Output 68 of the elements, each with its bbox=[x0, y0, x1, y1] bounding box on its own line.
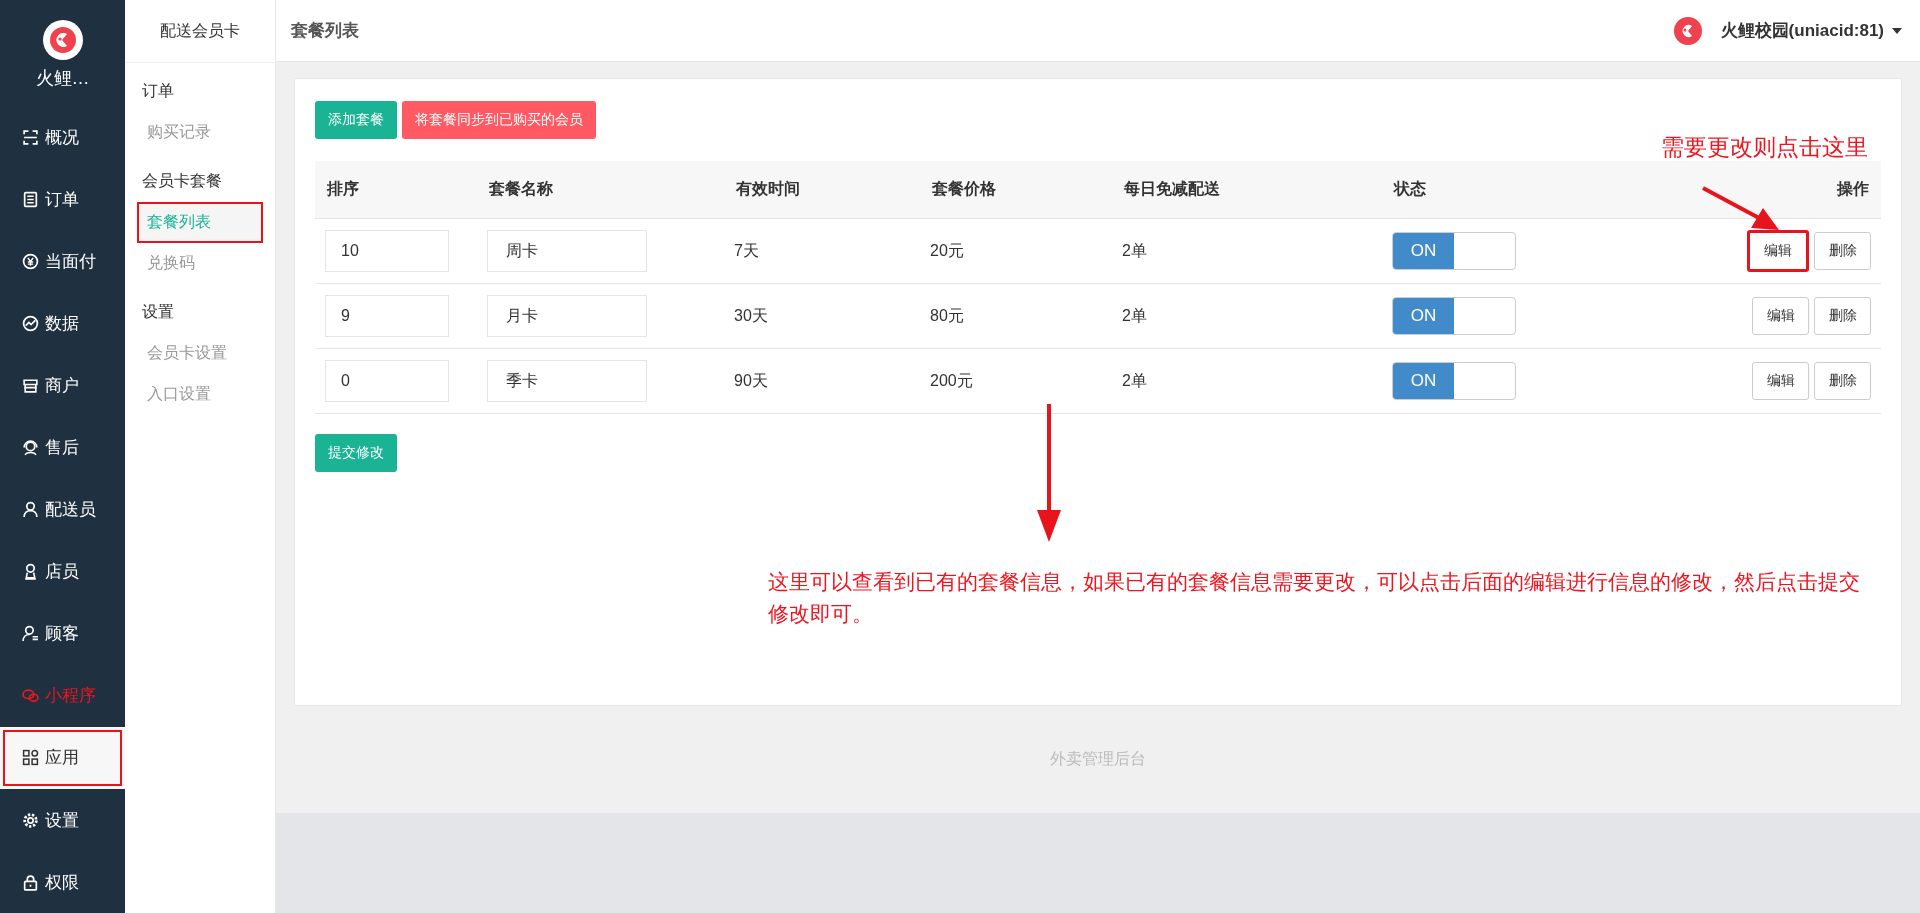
table-cell-text: 30天 bbox=[734, 305, 768, 326]
table-cell-text: 90天 bbox=[734, 370, 768, 391]
column-header: 状态 bbox=[1382, 161, 1602, 219]
sidebar-item[interactable]: 顾客 bbox=[0, 602, 125, 665]
menu-item-icon bbox=[22, 253, 39, 271]
table-cell-text: 2单 bbox=[1122, 305, 1147, 326]
logo-icon bbox=[42, 20, 83, 60]
menu-item-icon bbox=[22, 191, 39, 209]
delete-button[interactable]: 删除 bbox=[1814, 362, 1871, 400]
name-input[interactable]: 季卡 bbox=[487, 360, 647, 402]
edit-button[interactable]: 编辑 bbox=[1752, 297, 1809, 335]
menu-item-icon bbox=[22, 315, 39, 333]
subnav-heading: 会员卡套餐 bbox=[141, 171, 223, 191]
table-cell-text: 7天 bbox=[734, 240, 759, 261]
logo-icon bbox=[1672, 15, 1703, 46]
annotation-text: 需要更改则点击这里 bbox=[1661, 133, 1868, 162]
table-cell-text: 80元 bbox=[930, 305, 964, 326]
column-header: 每日免减配送 bbox=[1112, 161, 1382, 219]
sidebar-item[interactable]: 应用 bbox=[0, 726, 125, 789]
menu-item-icon bbox=[22, 687, 39, 705]
edit-button[interactable]: 编辑 bbox=[1752, 362, 1809, 400]
sort-input[interactable]: 10 bbox=[325, 230, 449, 272]
name-input[interactable]: 周卡 bbox=[487, 230, 647, 272]
subnav-heading: 订单 bbox=[141, 81, 175, 101]
menu-item-icon bbox=[22, 749, 39, 767]
caret-icon[interactable] bbox=[1892, 27, 1902, 34]
page-title: 套餐列表 bbox=[291, 20, 360, 42]
brand-name: 火鲤… bbox=[35, 67, 90, 90]
menu-item-icon bbox=[22, 811, 39, 829]
sidebar-item[interactable]: 订单 bbox=[0, 168, 125, 231]
status-toggle[interactable]: ON bbox=[1392, 362, 1516, 400]
sidebar-item[interactable]: 售后 bbox=[0, 416, 125, 479]
delete-button[interactable]: 删除 bbox=[1814, 232, 1871, 270]
sidebar-item[interactable]: 权限 bbox=[0, 851, 125, 913]
sidebar-item[interactable]: 店员 bbox=[0, 540, 125, 603]
menu-item-icon bbox=[22, 873, 39, 891]
menu-item-icon bbox=[22, 625, 39, 643]
account-menu[interactable]: 火鲤校园(uniacid:81) bbox=[1720, 19, 1884, 42]
column-header: 操作 bbox=[1602, 161, 1881, 219]
name-input[interactable]: 月卡 bbox=[487, 295, 647, 337]
table-cell-text: 2单 bbox=[1122, 370, 1147, 391]
column-header: 套餐名称 bbox=[477, 161, 724, 219]
sidebar-item[interactable]: 当面付 bbox=[0, 230, 125, 293]
delete-button[interactable]: 删除 bbox=[1814, 297, 1871, 335]
sidebar-item[interactable]: 设置 bbox=[0, 789, 125, 851]
subnav-heading: 设置 bbox=[141, 302, 175, 322]
sidebar-item[interactable]: 数据 bbox=[0, 292, 125, 355]
table-cell-text: 200元 bbox=[930, 370, 973, 391]
sort-input[interactable]: 9 bbox=[325, 295, 449, 337]
menu-item-icon bbox=[22, 563, 39, 581]
table-cell-text: 20元 bbox=[930, 240, 964, 261]
sidebar-item[interactable]: 商户 bbox=[0, 354, 125, 417]
edit-button[interactable]: 编辑 bbox=[1747, 230, 1809, 272]
menu-item-icon bbox=[22, 501, 39, 519]
column-header: 有效时间 bbox=[724, 161, 920, 219]
menu-item-icon bbox=[22, 377, 39, 395]
annotation-text: 这里可以查看到已有的套餐信息，如果已有的套餐信息需要更改，可以点击后面的编辑进行信息的修改，然后点击提交修改即可。 bbox=[768, 569, 1861, 627]
table-cell-text: 2单 bbox=[1122, 240, 1147, 261]
status-toggle[interactable]: ON bbox=[1392, 232, 1516, 270]
sort-input[interactable]: 0 bbox=[325, 360, 449, 402]
status-toggle[interactable]: ON bbox=[1392, 297, 1516, 335]
sidebar-item[interactable]: 配送员 bbox=[0, 478, 125, 541]
menu-item-icon bbox=[22, 439, 39, 457]
column-header: 排序 bbox=[315, 161, 477, 219]
menu-item-icon bbox=[22, 129, 39, 147]
column-header: 套餐价格 bbox=[920, 161, 1112, 219]
subnav-title: 配送会员卡 bbox=[125, 0, 275, 63]
sidebar-item[interactable]: 概况 bbox=[0, 106, 125, 169]
